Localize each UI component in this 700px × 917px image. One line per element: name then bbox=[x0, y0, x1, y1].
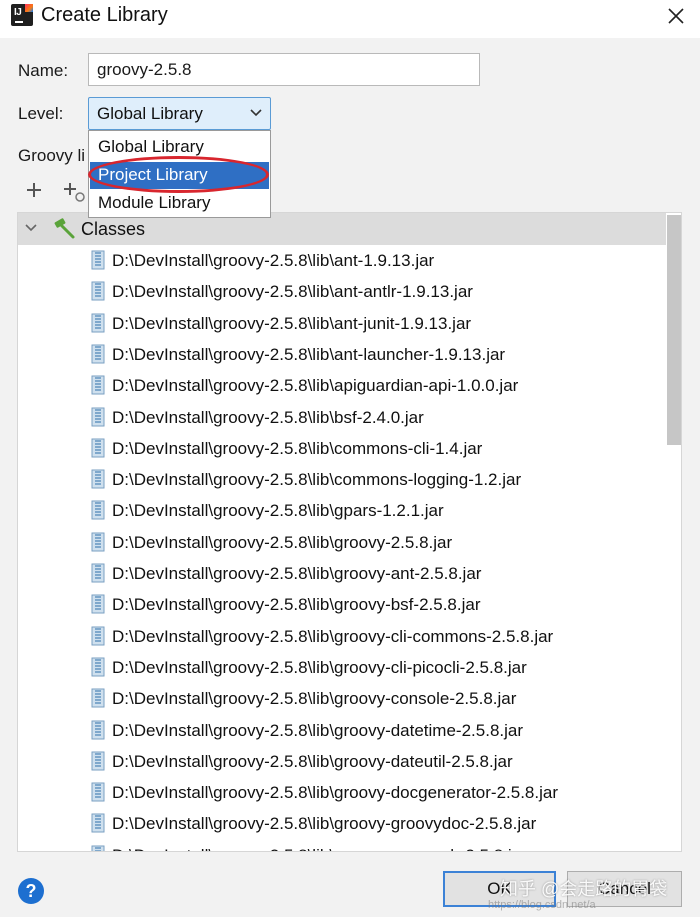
add-folder-button[interactable] bbox=[62, 180, 90, 206]
jar-path: D:\DevInstall\groovy-2.5.8\lib\groovy-gr… bbox=[112, 846, 527, 851]
dialog-title: Create Library bbox=[41, 4, 168, 26]
jar-file-icon bbox=[90, 688, 106, 713]
tree-row-jar[interactable]: D:\DevInstall\groovy-2.5.8\lib\groovy-cl… bbox=[18, 652, 666, 683]
tree-row-jar[interactable]: D:\DevInstall\groovy-2.5.8\lib\groovy-2.… bbox=[18, 527, 666, 558]
help-button[interactable]: ? bbox=[18, 878, 44, 904]
name-field[interactable] bbox=[88, 53, 480, 86]
ok-button[interactable]: OK bbox=[443, 871, 556, 907]
close-button[interactable] bbox=[656, 0, 696, 32]
classes-tree[interactable]: Classes D:\DevInstall\groovy-2.5.8\lib\a… bbox=[17, 212, 682, 852]
jar-file-icon bbox=[90, 281, 106, 306]
tree-row-jar[interactable]: D:\DevInstall\groovy-2.5.8\lib\ant-1.9.1… bbox=[18, 245, 666, 276]
jar-file-icon bbox=[90, 438, 106, 463]
jar-file-icon bbox=[90, 782, 106, 807]
tree-row-jar[interactable]: D:\DevInstall\groovy-2.5.8\lib\groovy-gr… bbox=[18, 808, 666, 839]
jar-file-icon bbox=[90, 532, 106, 557]
vertical-scrollbar-thumb[interactable] bbox=[667, 215, 681, 445]
jar-path: D:\DevInstall\groovy-2.5.8\lib\ant-launc… bbox=[112, 344, 506, 364]
cancel-button[interactable]: Cancel bbox=[567, 871, 682, 907]
level-option-project[interactable]: Project Library bbox=[90, 162, 269, 189]
jar-file-icon bbox=[90, 250, 106, 275]
jar-path: D:\DevInstall\groovy-2.5.8\lib\groovy-cl… bbox=[112, 626, 554, 646]
tree-row-jar[interactable]: D:\DevInstall\groovy-2.5.8\lib\groovy-da… bbox=[18, 715, 666, 746]
level-select-value: Global Library bbox=[97, 104, 203, 123]
jar-file-icon bbox=[90, 344, 106, 369]
level-dropdown-list: Global Library Project Library Module Li… bbox=[88, 130, 271, 218]
jar-path: D:\DevInstall\groovy-2.5.8\lib\groovy-co… bbox=[112, 689, 517, 709]
tree-row-jar[interactable]: D:\DevInstall\groovy-2.5.8\lib\groovy-cl… bbox=[18, 621, 666, 652]
tree-row-jar[interactable]: D:\DevInstall\groovy-2.5.8\lib\bsf-2.4.0… bbox=[18, 402, 666, 433]
plus-folder-icon bbox=[64, 183, 85, 202]
jar-path: D:\DevInstall\groovy-2.5.8\lib\groovy-bs… bbox=[112, 595, 481, 615]
tree-row-jar[interactable]: D:\DevInstall\groovy-2.5.8\lib\commons-c… bbox=[18, 433, 666, 464]
jar-path: D:\DevInstall\groovy-2.5.8\lib\groovy-gr… bbox=[112, 814, 537, 834]
jar-file-icon bbox=[90, 657, 106, 682]
intellij-app-icon: IJ bbox=[11, 4, 33, 26]
jar-file-icon bbox=[90, 375, 106, 400]
jar-file-icon bbox=[90, 813, 106, 838]
tree-row-jar[interactable]: D:\DevInstall\groovy-2.5.8\lib\groovy-co… bbox=[18, 683, 666, 714]
jar-file-icon bbox=[90, 500, 106, 525]
jar-file-icon bbox=[90, 626, 106, 651]
chevron-down-icon bbox=[250, 109, 262, 117]
tree-row-jar[interactable]: D:\DevInstall\groovy-2.5.8\lib\ant-junit… bbox=[18, 308, 666, 339]
chevron-down-icon[interactable] bbox=[24, 222, 38, 234]
tree-row-jar[interactable]: D:\DevInstall\groovy-2.5.8\lib\ant-launc… bbox=[18, 339, 666, 370]
jar-path: D:\DevInstall\groovy-2.5.8\lib\ant-antlr… bbox=[112, 282, 473, 302]
jar-file-icon bbox=[90, 845, 106, 851]
jar-path: D:\DevInstall\groovy-2.5.8\lib\ant-1.9.1… bbox=[112, 251, 435, 270]
jar-file-icon bbox=[90, 313, 106, 338]
tree-row-jar[interactable]: D:\DevInstall\groovy-2.5.8\lib\groovy-gr… bbox=[18, 840, 666, 851]
add-button[interactable] bbox=[24, 180, 52, 206]
level-option-global[interactable]: Global Library bbox=[90, 134, 269, 161]
jar-file-icon bbox=[90, 469, 106, 494]
groovy-library-label: Groovy li bbox=[18, 146, 86, 165]
jar-path: D:\DevInstall\groovy-2.5.8\lib\groovy-an… bbox=[112, 564, 482, 583]
tree-row-jar[interactable]: D:\DevInstall\groovy-2.5.8\lib\groovy-do… bbox=[18, 777, 666, 808]
tree-row-jar[interactable]: D:\DevInstall\groovy-2.5.8\lib\apiguardi… bbox=[18, 370, 666, 401]
hammer-icon bbox=[54, 218, 75, 239]
tree-row-jar[interactable]: D:\DevInstall\groovy-2.5.8\lib\groovy-an… bbox=[18, 558, 666, 589]
name-label: Name: bbox=[18, 61, 69, 80]
jar-path: D:\DevInstall\groovy-2.5.8\lib\bsf-2.4.0… bbox=[112, 407, 424, 427]
jar-path: D:\DevInstall\groovy-2.5.8\lib\groovy-do… bbox=[112, 783, 558, 803]
jar-path: D:\DevInstall\groovy-2.5.8\lib\groovy-da… bbox=[112, 751, 513, 771]
jar-path: D:\DevInstall\groovy-2.5.8\lib\ant-junit… bbox=[112, 313, 472, 333]
tree-row-jar[interactable]: D:\DevInstall\groovy-2.5.8\lib\ant-antlr… bbox=[18, 276, 666, 307]
jar-file-icon bbox=[90, 563, 106, 588]
jar-path: D:\DevInstall\groovy-2.5.8\lib\gpars-1.2… bbox=[112, 501, 444, 521]
title-bar: IJ Create Library bbox=[0, 0, 700, 34]
tree-row-jar[interactable]: D:\DevInstall\groovy-2.5.8\lib\groovy-da… bbox=[18, 746, 666, 777]
tree-row-jar[interactable]: D:\DevInstall\groovy-2.5.8\lib\groovy-bs… bbox=[18, 589, 666, 620]
jar-path: D:\DevInstall\groovy-2.5.8\lib\groovy-cl… bbox=[112, 657, 527, 677]
jar-path: D:\DevInstall\groovy-2.5.8\lib\commons-l… bbox=[112, 470, 522, 490]
level-option-module[interactable]: Module Library bbox=[90, 190, 269, 217]
jar-file-icon bbox=[90, 751, 106, 776]
jar-file-icon bbox=[90, 720, 106, 745]
jar-path: D:\DevInstall\groovy-2.5.8\lib\groovy-da… bbox=[112, 720, 524, 740]
plus-icon bbox=[27, 183, 41, 197]
tree-root-label: Classes bbox=[81, 219, 146, 239]
jar-path: D:\DevInstall\groovy-2.5.8\lib\commons-c… bbox=[112, 438, 483, 458]
tree-row-jar[interactable]: D:\DevInstall\groovy-2.5.8\lib\commons-l… bbox=[18, 464, 666, 495]
jar-file-icon bbox=[90, 594, 106, 619]
level-label: Level: bbox=[18, 104, 64, 123]
jar-path: D:\DevInstall\groovy-2.5.8\lib\groovy-2.… bbox=[112, 532, 453, 552]
jar-file-icon bbox=[90, 407, 106, 432]
jar-path: D:\DevInstall\groovy-2.5.8\lib\apiguardi… bbox=[112, 376, 519, 396]
close-icon bbox=[668, 8, 684, 24]
tree-row-jar[interactable]: D:\DevInstall\groovy-2.5.8\lib\gpars-1.2… bbox=[18, 495, 666, 526]
level-select[interactable]: Global Library bbox=[88, 97, 271, 130]
